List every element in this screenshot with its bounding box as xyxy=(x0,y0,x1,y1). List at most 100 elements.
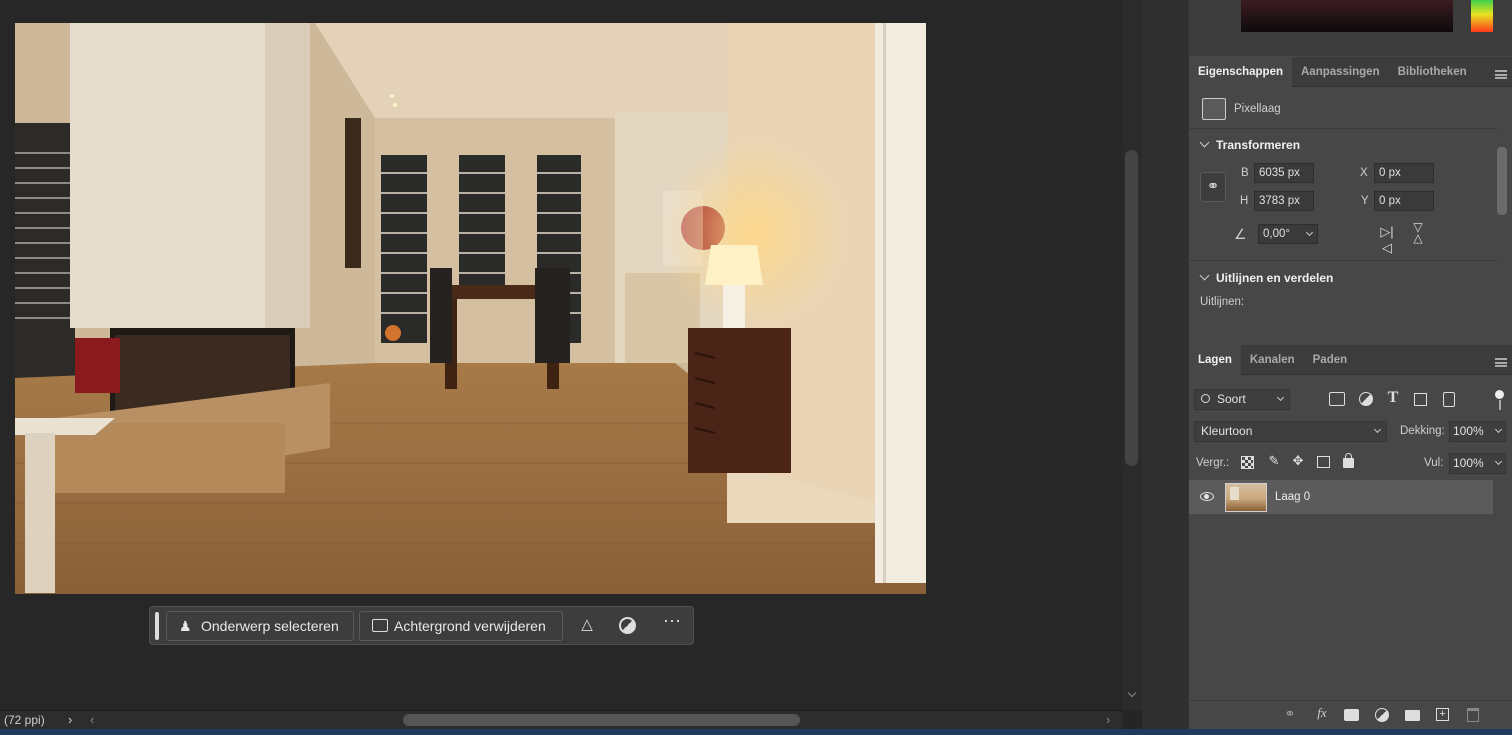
opacity-value: 100% xyxy=(1453,424,1484,438)
filter-toggle-icon[interactable] xyxy=(1495,390,1504,399)
vertical-scroll-thumb[interactable] xyxy=(1125,150,1138,466)
scroll-down-chevron-icon[interactable] xyxy=(1127,688,1137,698)
properties-scrollbar[interactable] xyxy=(1497,130,1511,315)
filter-adjustment-icon[interactable] xyxy=(1359,392,1373,406)
chevron-down-icon[interactable] xyxy=(1494,425,1503,434)
lock-transparency-icon[interactable] xyxy=(1241,456,1254,469)
crop-transform-icon[interactable]: △ xyxy=(576,615,598,637)
tab-aanpassingen[interactable]: Aanpassingen xyxy=(1292,57,1389,87)
opacity-field[interactable]: 100% xyxy=(1449,421,1506,442)
contextual-taskbar: ♟ Onderwerp selecteren Achtergrond verwi… xyxy=(149,606,694,645)
opacity-label: Dekking: xyxy=(1400,425,1445,437)
vertical-scrollbar[interactable] xyxy=(1122,0,1142,710)
layers-panel-menu-icon[interactable] xyxy=(1495,358,1507,367)
angle-value: 0,00° xyxy=(1263,228,1290,240)
transform-title: Transformeren xyxy=(1216,138,1301,152)
chevron-down-icon[interactable] xyxy=(1494,457,1503,466)
scroll-right-chevron-icon[interactable]: › xyxy=(1106,712,1110,727)
divider xyxy=(1189,128,1497,129)
scroll-left-chevron-icon[interactable]: ‹ xyxy=(90,712,94,727)
properties-panel-menu-icon[interactable] xyxy=(1495,70,1507,79)
properties-tabs: Eigenschappen Aanpassingen Bibliotheken xyxy=(1189,56,1512,87)
y-label: Y xyxy=(1361,195,1369,207)
filter-shape-icon[interactable] xyxy=(1414,393,1427,406)
adjustment-circle-icon[interactable] xyxy=(619,617,636,634)
layers-tabs: Lagen Kanalen Paden xyxy=(1189,344,1512,375)
fill-label: Vul: xyxy=(1424,457,1444,469)
collapse-chevron-icon xyxy=(1199,137,1210,148)
align-label: Uitlijnen: xyxy=(1200,296,1245,308)
new-group-folder-icon[interactable] xyxy=(1405,710,1420,721)
color-picker[interactable] xyxy=(1189,0,1512,56)
visibility-eye-icon[interactable] xyxy=(1200,492,1214,501)
panel-dock-gap xyxy=(1142,0,1188,730)
search-icon xyxy=(1201,394,1210,403)
delete-layer-trash-icon[interactable] xyxy=(1467,708,1479,722)
hue-slider[interactable] xyxy=(1471,0,1493,32)
image-icon xyxy=(372,619,388,632)
width-field[interactable]: 6035 px xyxy=(1254,163,1314,183)
tab-eigenschappen[interactable]: Eigenschappen xyxy=(1189,56,1292,87)
properties-scroll-thumb[interactable] xyxy=(1497,147,1507,215)
lock-position-move-icon[interactable]: ✥ xyxy=(1289,453,1307,471)
height-label: H xyxy=(1240,195,1249,207)
os-taskbar xyxy=(0,729,1512,735)
angle-field[interactable]: 0,00° xyxy=(1258,224,1318,244)
new-adjustment-layer-icon[interactable] xyxy=(1375,708,1389,722)
layer-thumbnail[interactable] xyxy=(1225,483,1267,512)
fx-icon[interactable]: fx xyxy=(1312,705,1332,723)
x-position-field[interactable]: 0 px xyxy=(1374,163,1434,183)
flip-vertical-icon[interactable]: ▽ △ xyxy=(1407,221,1429,246)
tab-lagen[interactable]: Lagen xyxy=(1189,344,1241,375)
layer-name[interactable]: Laag 0 xyxy=(1275,491,1310,503)
filter-pixel-icon[interactable] xyxy=(1329,392,1345,406)
status-bar: (72 ppi) › ‹ › xyxy=(0,710,1122,730)
remove-background-label: Achtergrond verwijderen xyxy=(394,618,546,634)
lock-artboard-icon[interactable] xyxy=(1317,456,1330,468)
document-image[interactable] xyxy=(15,23,926,594)
more-options-icon[interactable]: ⋯ xyxy=(658,611,686,637)
tab-paden[interactable]: Paden xyxy=(1304,345,1357,375)
add-mask-icon[interactable] xyxy=(1344,709,1359,721)
link-layers-icon[interactable]: ⚭ xyxy=(1281,706,1299,724)
interior-photo xyxy=(15,23,926,594)
canvas-area[interactable]: ♟ Onderwerp selecteren Achtergrond verwi… xyxy=(0,0,1122,710)
layer-row[interactable]: Laag 0 xyxy=(1189,480,1493,514)
transform-section-header[interactable]: Transformeren xyxy=(1199,137,1481,154)
new-layer-icon[interactable]: + xyxy=(1436,708,1449,721)
pixel-layer-icon xyxy=(1202,98,1226,120)
tab-bibliotheken[interactable]: Bibliotheken xyxy=(1389,57,1476,87)
height-field[interactable]: 3783 px xyxy=(1254,191,1314,211)
layer-filter-dropdown[interactable]: Soort xyxy=(1194,389,1290,410)
status-expand-chevron-icon[interactable]: › xyxy=(68,712,72,727)
lock-pixels-brush-icon[interactable]: ✎ xyxy=(1266,453,1282,471)
taskbar-drag-handle[interactable] xyxy=(155,612,159,640)
tab-kanalen[interactable]: Kanalen xyxy=(1241,345,1304,375)
horizontal-scroll-thumb[interactable] xyxy=(403,714,800,726)
layers-bottom-toolbar: ⚭ fx + xyxy=(1189,700,1512,730)
layer-kind-label: Pixellaag xyxy=(1234,103,1281,115)
link-dimensions-icon[interactable]: ⚭ xyxy=(1200,172,1226,202)
angle-icon: ∠ xyxy=(1234,226,1247,242)
filter-toggle-track xyxy=(1499,400,1501,410)
flip-horizontal-icon[interactable]: ▷|◁ xyxy=(1376,224,1398,255)
filter-smart-object-icon[interactable] xyxy=(1443,392,1455,407)
select-subject-label: Onderwerp selecteren xyxy=(201,618,339,634)
fill-field[interactable]: 100% xyxy=(1449,453,1506,474)
width-label: B xyxy=(1241,167,1249,179)
blend-mode-dropdown[interactable]: Kleurtoon xyxy=(1194,421,1387,442)
align-section-header[interactable]: Uitlijnen en verdelen xyxy=(1199,270,1481,287)
angle-dropdown-chevron-icon[interactable] xyxy=(1305,228,1314,237)
person-icon: ♟ xyxy=(179,618,192,634)
select-subject-button[interactable]: ♟ Onderwerp selecteren xyxy=(166,611,354,641)
right-panel-dock: Eigenschappen Aanpassingen Bibliotheken … xyxy=(1188,0,1512,730)
filter-type-icon[interactable]: T xyxy=(1384,389,1402,409)
y-position-field[interactable]: 0 px xyxy=(1374,191,1434,211)
collapse-chevron-icon xyxy=(1199,270,1210,281)
remove-background-button[interactable]: Achtergrond verwijderen xyxy=(359,611,563,641)
align-title: Uitlijnen en verdelen xyxy=(1216,271,1334,285)
chevron-down-icon xyxy=(1276,393,1285,402)
divider xyxy=(1189,260,1497,261)
x-label: X xyxy=(1360,167,1368,179)
color-field[interactable] xyxy=(1241,0,1453,32)
